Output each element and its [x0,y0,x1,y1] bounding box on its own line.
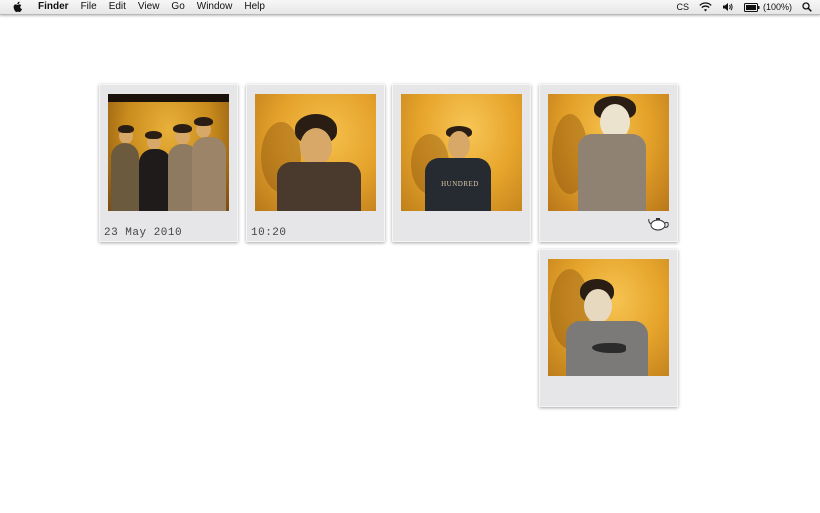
menu-window[interactable]: Window [191,0,239,14]
menu-finder[interactable]: Finder [32,0,75,14]
photo-curly-hair-portrait [255,94,376,211]
spotlight-search-icon[interactable] [802,0,812,14]
menu-file[interactable]: File [75,0,103,14]
volume-icon[interactable] [722,0,734,14]
cs-status-label[interactable]: CS [676,0,689,14]
teapot-icon [648,215,670,236]
polaroid-photo-5[interactable] [539,249,678,407]
photo-sweater-portrait: HUNDRED [401,94,522,211]
sweater-text: HUNDRED [441,180,479,188]
menu-bar: Finder File Edit View Go Window Help CS [0,0,820,15]
battery-icon [743,2,760,12]
photo-white-face-portrait [548,94,669,211]
photo-caption-time: 10:20 [251,227,287,239]
apple-menu-icon[interactable] [12,1,24,13]
polaroid-photo-1[interactable]: 23 May 2010 [99,84,238,242]
menu-edit[interactable]: Edit [103,0,132,14]
menu-go[interactable]: Go [165,0,190,14]
photo-band-group [108,94,229,211]
battery-percent: (100%) [762,2,792,12]
photo-caption-date: 23 May 2010 [104,227,183,239]
battery-status[interactable]: (100%) [743,0,792,14]
polaroid-photo-2[interactable]: 10:20 [246,84,385,242]
polaroid-photo-4[interactable] [539,84,678,242]
polaroid-photo-3[interactable]: HUNDRED [392,84,531,242]
menu-view[interactable]: View [132,0,166,14]
photo-kangaroo-shirt-portrait [548,259,669,376]
wifi-icon[interactable] [699,0,712,14]
menu-help[interactable]: Help [238,0,271,14]
